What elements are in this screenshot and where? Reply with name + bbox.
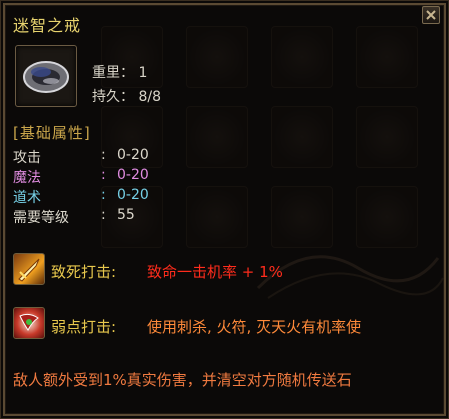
attr-separator: : (101, 167, 106, 183)
base-attributes-header: [基础属性] (13, 124, 91, 142)
weak-point-icon (19, 313, 39, 331)
close-icon (426, 10, 436, 20)
skill-description: 致命一击机率 + 1% (147, 263, 283, 281)
attr-label: 需要等级 (13, 210, 69, 226)
attr-value: 0-20 (117, 167, 149, 183)
skill-icon-slot[interactable] (13, 253, 45, 285)
weight-value: 1 (138, 65, 148, 81)
attr-label: 魔法 (13, 170, 41, 186)
ring-icon (23, 61, 69, 93)
skill-description-continued: 敌人额外受到1%真实伤害，并清空对方随机传送石 (13, 371, 352, 389)
attr-separator: : (101, 147, 106, 163)
attr-value: 0-20 (117, 147, 149, 163)
attr-value: 55 (117, 207, 135, 223)
attr-label: 攻击 (13, 150, 41, 166)
sword-strike-icon (18, 258, 40, 282)
attr-label: 道术 (13, 190, 41, 206)
skill-name: 弱点打击: (51, 318, 117, 336)
durability-value: 8/8 (138, 89, 161, 105)
weight-row: 重里： 1 (92, 62, 147, 82)
close-button[interactable] (422, 6, 440, 24)
durability-label: 持久： (92, 89, 134, 105)
durability-row: 持久： 8/8 (92, 86, 161, 106)
weight-label: 重里： (92, 65, 134, 81)
attr-separator: : (101, 187, 106, 203)
attr-value: 0-20 (117, 187, 149, 203)
skill-icon-slot[interactable] (13, 307, 45, 339)
item-icon-slot[interactable] (15, 45, 77, 107)
skill-description: 使用刺杀, 火符, 灭天火有机率使 (147, 318, 362, 336)
skill-name: 致死打击: (51, 263, 117, 281)
item-name: 迷智之戒 (13, 16, 82, 35)
item-tooltip: 迷智之戒 重里： 1 持久： 8/8 [基础属性] 攻击 : 0-20 魔法 :… (0, 0, 449, 419)
attr-separator: : (101, 207, 106, 223)
